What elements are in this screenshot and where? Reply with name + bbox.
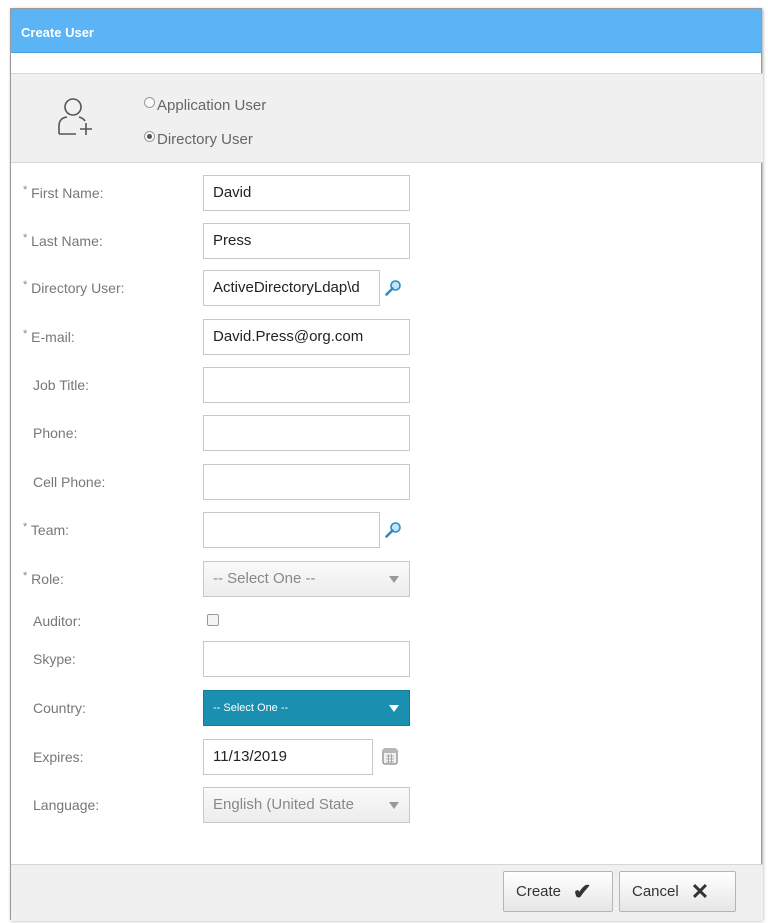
form-row-team: * Team: [11,512,763,552]
radio-application-user-button[interactable] [144,96,155,108]
role-label-text: Role: [31,571,64,587]
form-row-expires: Expires: 11/13/2019 [11,739,763,779]
search-lookup-icon[interactable] [384,521,402,539]
form-row-cell-phone: Cell Phone: [11,464,763,504]
user-type-panel: Application User Directory User [11,73,763,163]
language-select[interactable]: English (United State [203,787,410,823]
role-label: * Role: [23,561,64,597]
required-marker: * [23,328,28,340]
cell-phone-input[interactable] [203,464,410,500]
form-row-job-title: Job Title: [11,367,763,407]
skype-input[interactable] [203,641,410,677]
form-row-skype: Skype: [11,641,763,681]
radio-application-user[interactable]: Application User [144,94,266,116]
create-button[interactable]: Create ✔ [503,871,613,912]
required-marker: * [23,184,28,196]
email-input[interactable]: David.Press@org.com [203,319,410,355]
directory-user-input[interactable]: ActiveDirectoryLdap\d [203,270,380,306]
last-name-label-text: Last Name: [31,233,103,249]
country-select-value: -- Select One -- [213,702,289,714]
country-label: Country: [33,700,86,716]
form-row-phone: Phone: [11,415,763,455]
calendar-icon[interactable] [381,746,399,766]
checkmark-icon: ✔ [573,878,592,904]
last-name-input[interactable]: Press [203,223,410,259]
first-name-label-text: First Name: [31,185,104,201]
chevron-down-icon [389,802,399,809]
required-marker: * [23,279,28,291]
required-marker: * [23,232,28,244]
dialog-footer: Create ✔ Cancel ✕ [11,864,763,921]
radio-application-user-label: Application User [157,96,267,114]
form-row-last-name: * Last Name: Press [11,223,763,263]
create-user-dialog: Create User Application User Directory U… [10,8,763,921]
form-row-country: Country: -- Select One -- [11,690,763,730]
team-input[interactable] [203,512,380,548]
role-select-value: -- Select One -- [213,570,316,587]
role-select[interactable]: -- Select One -- [203,561,410,597]
chevron-down-icon [389,576,399,583]
radio-directory-user-button[interactable] [144,130,155,142]
chevron-down-icon [389,705,399,712]
cancel-button-label: Cancel [632,883,679,900]
phone-input[interactable] [203,415,410,451]
required-marker: * [23,521,28,533]
dialog-title: Create User [21,25,94,40]
email-label-text: E-mail: [31,329,75,345]
job-title-label: Job Title: [33,377,90,393]
auditor-label: Auditor: [33,613,82,629]
directory-user-label: * Directory User: [23,270,125,306]
create-button-label: Create [516,883,562,900]
first-name-label: * First Name: [23,175,104,211]
last-name-label: * Last Name: [23,223,103,259]
form-row-directory-user: * Directory User: ActiveDirectoryLdap\d [11,270,763,310]
directory-user-label-text: Directory User: [31,280,125,296]
language-label: Language: [33,797,100,813]
expires-date-input[interactable]: 11/13/2019 [203,739,373,775]
form-row-first-name: * First Name: David [11,175,763,215]
radio-directory-user-label: Directory User [157,130,253,148]
dialog-title-bar: Create User [11,9,761,53]
country-select[interactable]: -- Select One -- [203,690,410,726]
form-row-email: * E-mail: David.Press@org.com [11,319,763,359]
cancel-button[interactable]: Cancel ✕ [619,871,736,912]
team-label: * Team: [23,512,69,548]
language-select-value: English (United State [213,796,354,813]
team-label-text: Team: [30,522,70,538]
job-title-input[interactable] [203,367,410,403]
auditor-checkbox[interactable] [207,614,219,626]
email-label: * E-mail: [23,319,75,355]
form-row-language: Language: English (United State [11,787,763,827]
form-row-role: * Role: -- Select One -- [11,561,763,601]
required-marker: * [23,570,28,582]
expires-label: Expires: [33,749,84,765]
skype-label: Skype: [33,651,76,667]
x-close-icon: ✕ [690,878,710,904]
cell-phone-label: Cell Phone: [33,474,106,490]
search-lookup-icon[interactable] [384,279,402,297]
add-user-icon [58,98,92,135]
form-row-auditor: Auditor: [11,603,763,643]
first-name-input[interactable]: David [203,175,410,211]
radio-directory-user[interactable]: Directory User [144,128,253,150]
phone-label: Phone: [33,425,78,441]
